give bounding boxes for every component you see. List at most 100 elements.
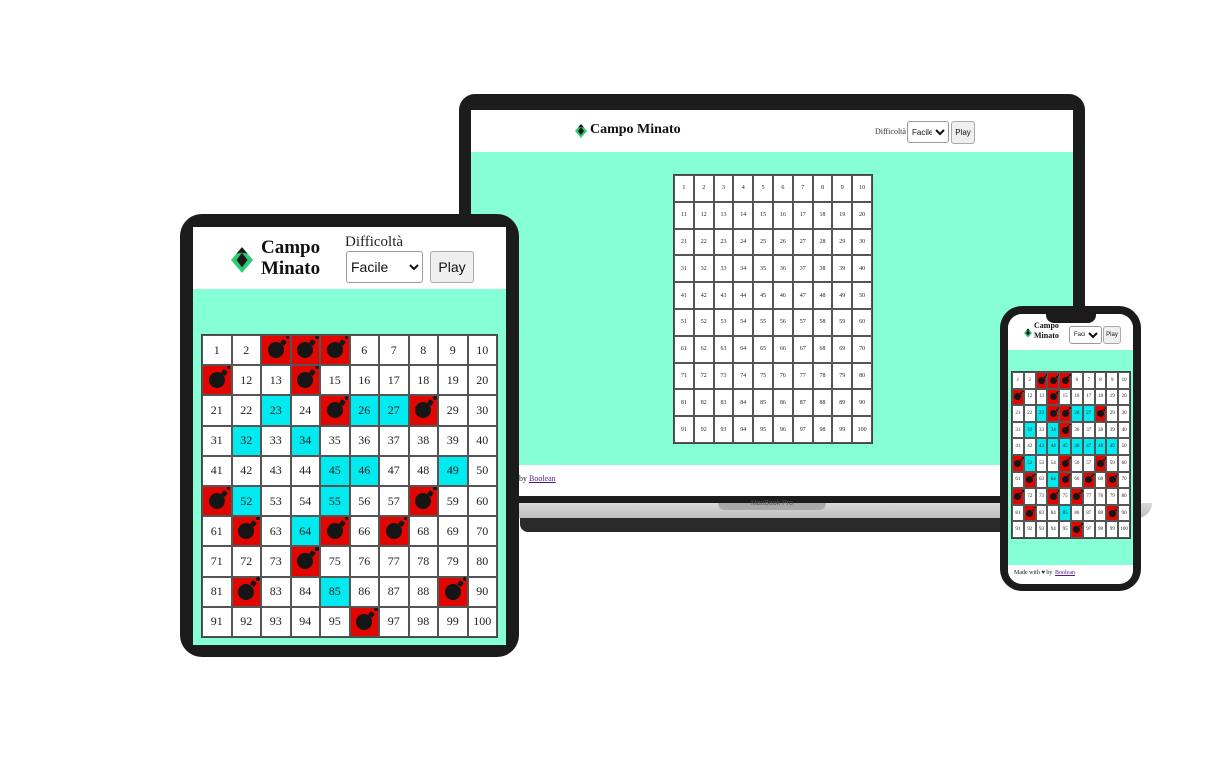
grid-cell[interactable]: 4: [733, 175, 754, 202]
grid-cell[interactable]: 91: [1012, 521, 1024, 538]
grid-cell[interactable]: 48: [408, 455, 438, 486]
grid-cell[interactable]: 92: [693, 416, 714, 443]
grid-cell[interactable]: [1059, 471, 1071, 489]
grid-cell[interactable]: 1: [674, 175, 694, 202]
grid-cell[interactable]: 47: [379, 455, 409, 486]
grid-cell[interactable]: 86: [772, 389, 793, 417]
grid-cell[interactable]: 20: [852, 201, 872, 229]
grid-cell[interactable]: 8: [408, 335, 438, 366]
grid-cell[interactable]: 80: [1118, 488, 1130, 505]
grid-cell[interactable]: 27: [1082, 405, 1095, 422]
difficulty-select[interactable]: Facile: [907, 121, 949, 143]
grid-cell[interactable]: 10: [467, 335, 497, 366]
grid-cell[interactable]: 43: [261, 455, 291, 486]
grid-cell[interactable]: 84: [733, 389, 754, 417]
grid-cell[interactable]: 60: [1118, 455, 1130, 472]
grid-cell[interactable]: 50: [852, 282, 872, 309]
grid-cell[interactable]: 1: [1012, 372, 1024, 389]
grid-cell[interactable]: [438, 576, 468, 607]
grid-cell[interactable]: [290, 335, 320, 366]
grid-cell[interactable]: [408, 395, 438, 426]
grid-cell[interactable]: 23: [261, 395, 291, 426]
grid-cell[interactable]: 15: [753, 201, 773, 229]
grid-cell[interactable]: 38: [812, 255, 833, 283]
grid-cell[interactable]: 52: [693, 308, 714, 336]
grid-cell[interactable]: 60: [852, 308, 872, 336]
grid-cell[interactable]: 25: [753, 228, 773, 256]
grid-cell[interactable]: 29: [832, 228, 853, 256]
grid-cell[interactable]: 67: [792, 335, 813, 363]
grid-cell[interactable]: 85: [753, 389, 773, 417]
footer-author-link[interactable]: Boolean: [529, 474, 556, 483]
grid-cell[interactable]: 39: [832, 255, 853, 283]
grid-cell[interactable]: 18: [408, 365, 438, 396]
grid-cell[interactable]: 34: [1047, 421, 1060, 439]
grid-cell[interactable]: 65: [753, 335, 773, 363]
grid-cell[interactable]: 70: [1118, 471, 1130, 489]
grid-cell[interactable]: 91: [674, 416, 694, 443]
grid-cell[interactable]: 41: [202, 455, 232, 486]
grid-cell[interactable]: 95: [320, 606, 350, 637]
grid-cell[interactable]: 36: [1071, 421, 1083, 439]
grid-cell[interactable]: 7: [379, 335, 409, 366]
grid-cell[interactable]: 97: [792, 416, 813, 443]
grid-cell[interactable]: 33: [713, 255, 734, 283]
grid-cell[interactable]: 26: [772, 228, 793, 256]
grid-cell[interactable]: 87: [792, 389, 813, 417]
grid-cell[interactable]: 72: [693, 362, 714, 390]
grid-cell[interactable]: 84: [1047, 504, 1060, 522]
grid-cell[interactable]: [1023, 471, 1036, 489]
grid-cell[interactable]: 80: [467, 546, 497, 577]
grid-cell[interactable]: 51: [674, 308, 694, 336]
grid-cell[interactable]: 70: [852, 335, 872, 363]
grid-cell[interactable]: 1: [202, 335, 232, 366]
grid-cell[interactable]: 77: [792, 362, 813, 390]
grid-cell[interactable]: 45: [753, 282, 773, 309]
grid-cell[interactable]: 32: [693, 255, 714, 283]
grid-cell[interactable]: 56: [772, 308, 793, 336]
grid-cell[interactable]: 81: [674, 389, 694, 417]
grid-cell[interactable]: 69: [438, 516, 468, 547]
grid-cell[interactable]: 20: [1118, 388, 1130, 406]
grid-cell[interactable]: 40: [852, 255, 872, 283]
grid-cell[interactable]: 12: [231, 365, 261, 396]
grid-cell[interactable]: [231, 576, 261, 607]
grid-cell[interactable]: 49: [1106, 438, 1119, 455]
grid-cell[interactable]: 90: [852, 389, 872, 417]
grid-cell[interactable]: 46: [772, 282, 793, 309]
grid-cell[interactable]: 97: [1082, 521, 1095, 538]
grid-cell[interactable]: 41: [674, 282, 694, 309]
grid-cell[interactable]: [408, 486, 438, 517]
grid-cell[interactable]: 68: [408, 516, 438, 547]
grid-cell[interactable]: 81: [1012, 504, 1024, 522]
grid-cell[interactable]: 56: [1071, 455, 1083, 472]
grid-cell[interactable]: 69: [832, 335, 853, 363]
grid-cell[interactable]: 80: [852, 362, 872, 390]
grid-cell[interactable]: 68: [812, 335, 833, 363]
grid-cell[interactable]: 79: [438, 546, 468, 577]
grid-cell[interactable]: 96: [772, 416, 793, 443]
grid-cell[interactable]: 47: [1082, 438, 1095, 455]
grid-cell[interactable]: 34: [290, 425, 320, 456]
grid-cell[interactable]: [1106, 504, 1119, 522]
grid-cell[interactable]: 6: [349, 335, 379, 366]
grid-cell[interactable]: 8: [812, 175, 833, 202]
grid-cell[interactable]: 100: [852, 416, 872, 443]
grid-cell[interactable]: 16: [349, 365, 379, 396]
grid-cell[interactable]: 5: [753, 175, 773, 202]
grid-cell[interactable]: [1012, 488, 1024, 505]
grid-cell[interactable]: 78: [1094, 488, 1107, 505]
grid-cell[interactable]: 57: [792, 308, 813, 336]
grid-cell[interactable]: 89: [832, 389, 853, 417]
grid-cell[interactable]: 98: [812, 416, 833, 443]
grid-cell[interactable]: 60: [467, 486, 497, 517]
grid-cell[interactable]: 10: [852, 175, 872, 202]
grid-cell[interactable]: [202, 486, 232, 517]
grid-cell[interactable]: 59: [438, 486, 468, 517]
grid-cell[interactable]: 85: [1059, 504, 1071, 522]
grid-cell[interactable]: 49: [438, 455, 468, 486]
grid-cell[interactable]: 30: [467, 395, 497, 426]
grid-cell[interactable]: [231, 516, 261, 547]
grid-cell[interactable]: [1059, 421, 1071, 439]
grid-cell[interactable]: 73: [1035, 488, 1048, 505]
